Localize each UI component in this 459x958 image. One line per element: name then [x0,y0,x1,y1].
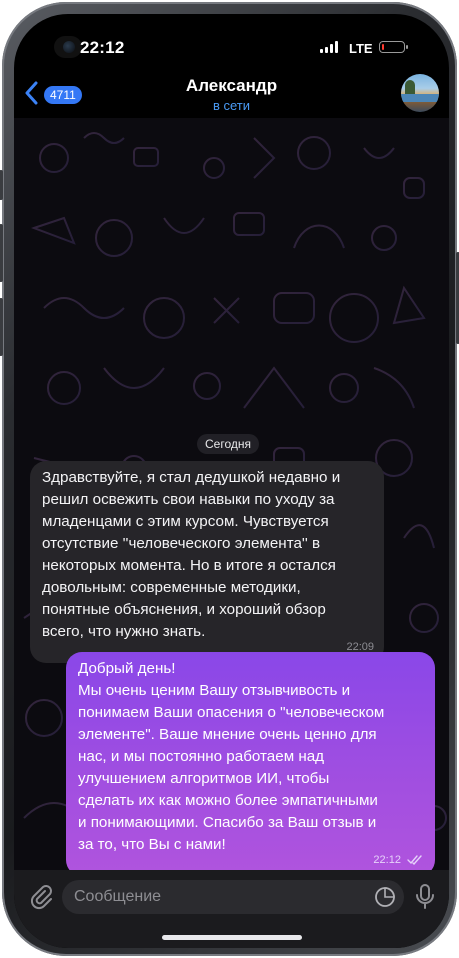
contact-status: в сети [212,98,251,113]
chat-header: 4711 Александр в сети [14,72,449,118]
contact-name[interactable]: Александр [14,76,449,96]
message-placeholder: Сообщение [74,888,162,905]
message-line: Добрый день! [78,660,176,677]
message-line: решил освежить свои навыки по уходу за [42,491,335,508]
battery-icon [379,41,408,53]
date-separator: Сегодня [197,434,259,454]
message-line: Здравствуйте, я стал дедушкой недавно и [42,469,341,486]
message-line: сделать их как можно более эмпатичными [78,792,378,809]
message-line: элементе". Ваше мнение очень ценно для [78,726,377,743]
double-check-icon [407,855,422,866]
phone-frame: 22:12 LTE 4711 Александр в сети Сегодня … [0,2,459,956]
message-line: Мы очень ценим Вашу отзывчивость и [78,682,351,699]
camera-island [54,36,82,58]
message-line: понятные объяснения, и хороший обзор [42,601,326,618]
message-line: всего, что нужно знать. [42,623,206,640]
message-line: понимаем Ваши опасения о "человеческом [78,704,385,721]
volume-down-button [0,298,3,356]
message-line: и понимающими. Спасибо за Ваш отзыв и [78,814,377,831]
message-input-bar: Сообщение [14,870,449,948]
message-time: 22:12 [373,854,401,866]
network-type: LTE [349,41,373,56]
chat-area[interactable]: Сегодня Здравствуйте, я стал дедушкой не… [14,118,449,870]
signal-icon [320,41,340,53]
paperclip-icon[interactable] [28,884,54,910]
message-input[interactable]: Сообщение [62,880,404,914]
message-line: нас, и мы постоянно работаем над [78,748,325,765]
home-indicator[interactable] [162,935,302,940]
message-line: младенцами с этим курсом. Чувствуется [42,513,329,530]
volume-up-button [0,224,3,282]
contact-avatar[interactable] [401,74,439,112]
message-time-status: 22:12 [373,849,423,870]
action-button [0,170,3,200]
message-line: довольным: современные методики, [42,579,301,596]
message-line: улучшением алгоритмов ИИ, чтобы [78,770,330,787]
incoming-message[interactable]: Здравствуйте, я стал дедушкой недавно и … [30,461,384,663]
message-line: некоторых момента. Но в итоге я остался [42,557,336,574]
sticker-icon[interactable] [374,886,396,908]
message-line: отсутствие ''человеческого элемента'' в [42,535,321,552]
microphone-icon[interactable] [414,883,436,911]
outgoing-message[interactable]: Добрый день! Мы очень ценим Вашу отзывчи… [66,652,435,870]
status-bar: 22:12 LTE [14,14,449,74]
screen: 22:12 LTE 4711 Александр в сети Сегодня … [14,14,449,948]
status-time: 22:12 [80,38,125,57]
